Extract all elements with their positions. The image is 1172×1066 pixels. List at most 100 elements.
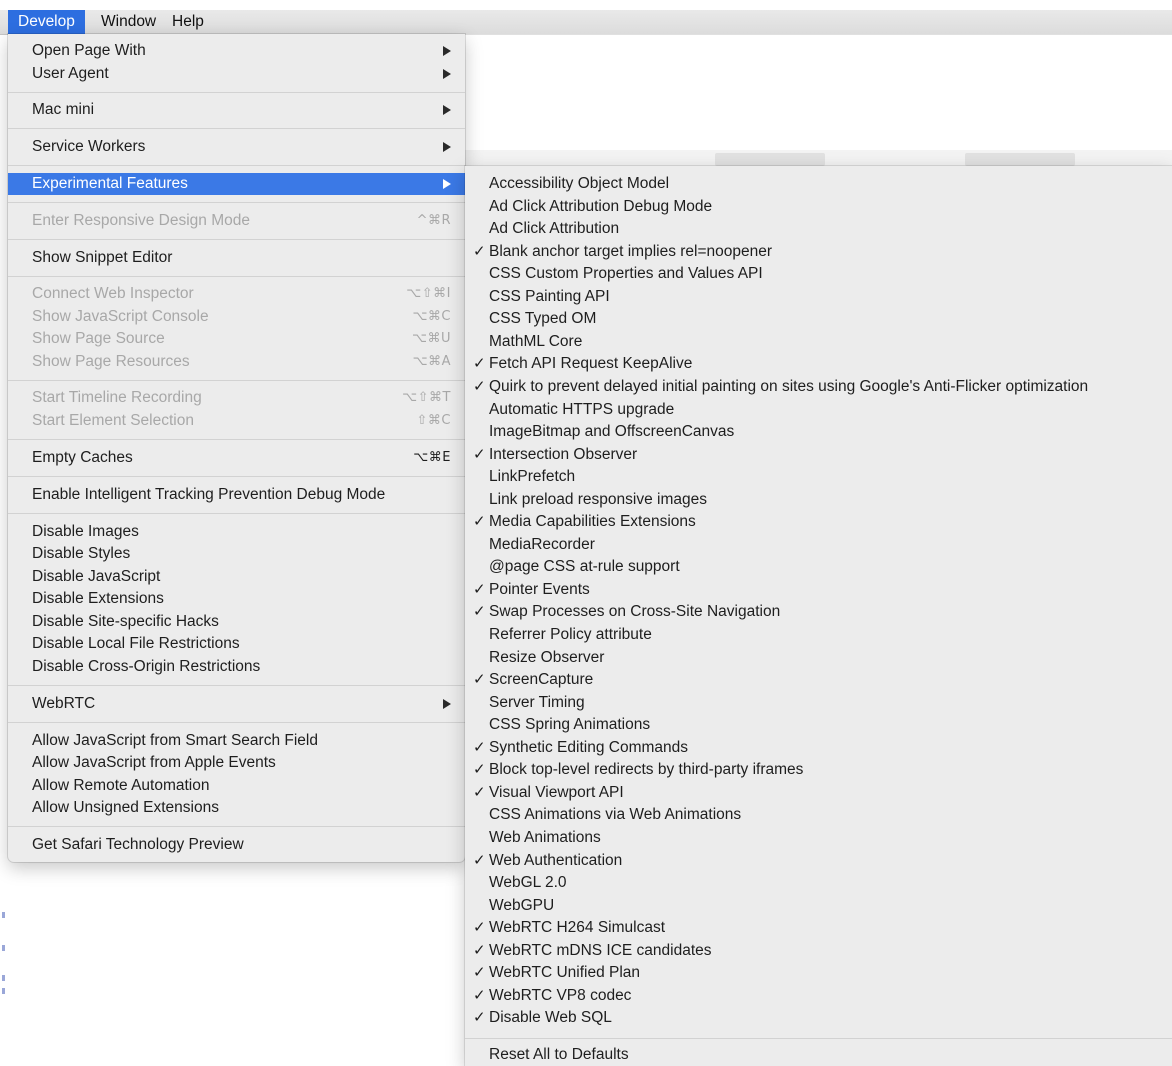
feature-item[interactable]: MathML Core	[465, 331, 1172, 353]
feature-label: Ad Click Attribution Debug Mode	[489, 197, 713, 215]
feature-label: Referrer Policy attribute	[489, 626, 652, 643]
menu-window[interactable]: Window	[91, 10, 166, 34]
submenu-arrow-icon	[443, 142, 451, 152]
menu-help[interactable]: Help	[162, 10, 214, 34]
feature-item[interactable]: Referrer Policy attribute	[465, 624, 1172, 646]
menu-item-enter-responsive-design-mode: Enter Responsive Design Mode ^⌘R	[8, 210, 465, 232]
menu-shortcut: ⇧⌘C	[416, 413, 451, 428]
checkmark-icon: ✓	[473, 242, 486, 260]
menu-item-label: Start Timeline Recording	[32, 389, 202, 406]
menu-item-disable-cross-origin-restrictions[interactable]: Disable Cross-Origin Restrictions	[8, 656, 465, 678]
feature-label: Swap Processes on Cross-Site Navigation	[489, 603, 781, 621]
menu-item-experimental-features[interactable]: Experimental Features	[8, 173, 465, 195]
menu-item-label: Enable Intelligent Tracking Prevention D…	[32, 486, 386, 503]
menu-item-disable-site-specific-hacks[interactable]: Disable Site-specific Hacks	[8, 611, 465, 633]
feature-item[interactable]: Ad Click Attribution Debug Mode	[465, 196, 1172, 218]
checkmark-icon: ✓	[473, 964, 486, 982]
feature-item[interactable]: ✓ Pointer Events	[465, 579, 1172, 601]
menu-separator	[8, 276, 465, 277]
feature-item[interactable]: ✓ WebRTC H264 Simulcast	[465, 917, 1172, 939]
feature-item[interactable]: MediaRecorder	[465, 534, 1172, 556]
feature-item[interactable]: ✓ Block top-level redirects by third-part…	[465, 759, 1172, 781]
menu-separator	[8, 92, 465, 93]
menu-item-user-agent[interactable]: User Agent	[8, 63, 465, 85]
menu-item-mac-mini[interactable]: Mac mini	[8, 99, 465, 121]
checkmark-icon: ✓	[473, 355, 486, 373]
menu-item-label: Disable Extensions	[32, 590, 164, 607]
feature-item[interactable]: @page CSS at-rule support	[465, 556, 1172, 578]
feature-item[interactable]: Resize Observer	[465, 647, 1172, 669]
background-margin-marks	[2, 900, 10, 1020]
menu-item-disable-images[interactable]: Disable Images	[8, 521, 465, 543]
feature-item[interactable]: Web Animations	[465, 827, 1172, 849]
feature-item[interactable]: CSS Custom Properties and Values API	[465, 263, 1172, 285]
menu-item-disable-javascript[interactable]: Disable JavaScript	[8, 566, 465, 588]
feature-item[interactable]: ✓ Blank anchor target implies rel=noopene…	[465, 241, 1172, 263]
feature-item[interactable]: ✓ Swap Processes on Cross-Site Navigation	[465, 601, 1172, 623]
menu-item-enable-itp-debug-mode[interactable]: Enable Intelligent Tracking Prevention D…	[8, 484, 465, 506]
feature-item[interactable]: Server Timing	[465, 692, 1172, 714]
feature-item[interactable]: ✓ Fetch API Request KeepAlive	[465, 353, 1172, 375]
checkmark-icon: ✓	[473, 671, 486, 689]
feature-item[interactable]: ✓ Disable Web SQL	[465, 1007, 1172, 1029]
menu-item-service-workers[interactable]: Service Workers	[8, 136, 465, 158]
menu-item-allow-js-apple-events[interactable]: Allow JavaScript from Apple Events	[8, 752, 465, 774]
feature-item[interactable]: ✓ Media Capabilities Extensions	[465, 511, 1172, 533]
menu-item-disable-styles[interactable]: Disable Styles	[8, 543, 465, 565]
feature-label: ScreenCapture	[489, 671, 594, 689]
feature-item[interactable]: ✓ Quirk to prevent delayed initial painti…	[465, 376, 1172, 398]
feature-label: Disable Web SQL	[489, 1009, 612, 1027]
menu-separator	[8, 239, 465, 240]
feature-label: Accessibility Object Model	[489, 175, 670, 192]
feature-item[interactable]: ✓ ScreenCapture	[465, 669, 1172, 691]
feature-label: Ad Click Attribution	[489, 220, 620, 238]
feature-item[interactable]: LinkPrefetch	[465, 466, 1172, 488]
menu-item-show-snippet-editor[interactable]: Show Snippet Editor	[8, 247, 465, 269]
feature-item[interactable]: CSS Spring Animations	[465, 714, 1172, 736]
menu-item-label: Mac mini	[32, 101, 95, 118]
checkmark-icon: ✓	[473, 603, 486, 621]
feature-label: WebRTC H264 Simulcast	[489, 919, 666, 937]
feature-item[interactable]: CSS Typed OM	[465, 308, 1172, 330]
menu-bar: Develop Window Help	[0, 10, 1172, 35]
submenu-arrow-icon	[443, 105, 451, 115]
menu-develop[interactable]: Develop	[8, 10, 85, 34]
menu-item-label: Allow JavaScript from Smart Search Field	[32, 732, 318, 749]
menu-item-empty-caches[interactable]: Empty Caches ⌥⌘E	[8, 447, 465, 469]
menu-item-disable-extensions[interactable]: Disable Extensions	[8, 588, 465, 610]
feature-item[interactable]: ✓ WebRTC VP8 codec	[465, 985, 1172, 1007]
feature-item[interactable]: Accessibility Object Model	[465, 173, 1172, 195]
menu-item-show-page-source: Show Page Source ⌥⌘U	[8, 328, 465, 350]
background-toolbar	[465, 150, 1172, 167]
menu-item-webrtc[interactable]: WebRTC	[8, 693, 465, 715]
feature-item[interactable]: ✓ WebRTC Unified Plan	[465, 962, 1172, 984]
feature-item[interactable]: ✓ Synthetic Editing Commands	[465, 737, 1172, 759]
develop-menu: Open Page With User Agent Mac mini Servi…	[8, 34, 465, 862]
feature-item[interactable]: CSS Painting API	[465, 286, 1172, 308]
menu-item-allow-remote-automation[interactable]: Allow Remote Automation	[8, 775, 465, 797]
feature-item[interactable]: ✓ Visual Viewport API	[465, 782, 1172, 804]
feature-item[interactable]: Link preload responsive images	[465, 489, 1172, 511]
feature-label: Intersection Observer	[489, 445, 638, 463]
feature-label: Fetch API Request KeepAlive	[489, 355, 693, 373]
feature-item[interactable]: Ad Click Attribution	[465, 218, 1172, 240]
menu-item-disable-local-file-restrictions[interactable]: Disable Local File Restrictions	[8, 633, 465, 655]
menu-item-allow-unsigned-extensions[interactable]: Allow Unsigned Extensions	[8, 797, 465, 819]
menu-item-allow-js-smart-search[interactable]: Allow JavaScript from Smart Search Field	[8, 730, 465, 752]
menu-item-get-safari-technology-preview[interactable]: Get Safari Technology Preview	[8, 834, 465, 856]
checkmark-icon: ✓	[473, 445, 486, 463]
menu-separator	[8, 165, 465, 166]
feature-item[interactable]: WebGL 2.0	[465, 872, 1172, 894]
feature-item[interactable]: WebGPU	[465, 895, 1172, 917]
feature-item[interactable]: ✓ WebRTC mDNS ICE candidates	[465, 940, 1172, 962]
menu-item-label: Disable Site-specific Hacks	[32, 613, 219, 630]
menu-item-open-page-with[interactable]: Open Page With	[8, 40, 465, 62]
feature-item[interactable]: Automatic HTTPS upgrade	[465, 399, 1172, 421]
feature-item[interactable]: ✓ Web Authentication	[465, 850, 1172, 872]
feature-item[interactable]: ✓ Intersection Observer	[465, 444, 1172, 466]
feature-item[interactable]: ImageBitmap and OffscreenCanvas	[465, 421, 1172, 443]
feature-label: Pointer Events	[489, 580, 590, 598]
checkmark-icon: ✓	[473, 919, 486, 937]
reset-all-to-defaults[interactable]: Reset All to Defaults	[465, 1044, 1172, 1066]
feature-item[interactable]: CSS Animations via Web Animations	[465, 804, 1172, 826]
